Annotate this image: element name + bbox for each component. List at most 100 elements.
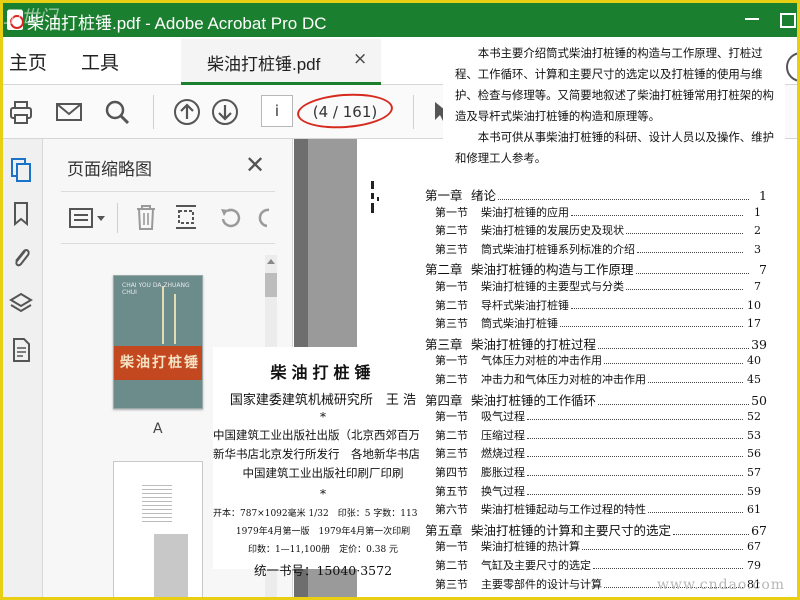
delete-page-icon[interactable]	[133, 203, 159, 231]
email-icon[interactable]	[55, 98, 83, 126]
menu-home[interactable]: 主页	[9, 48, 47, 75]
toc-leader	[527, 468, 743, 476]
rotate-left-icon[interactable]	[217, 205, 243, 231]
toc-number: 第一节	[435, 540, 468, 554]
toc-number: 第四章	[425, 392, 463, 408]
toc-page-number: 7	[759, 262, 767, 278]
thumbnail-text-lines	[142, 482, 172, 522]
toc-number: 第一节	[435, 354, 468, 368]
toc-page-number: 17	[747, 317, 761, 331]
thumbnail-image-block	[154, 534, 188, 597]
toc-title: 气缸及主要尺寸的选定	[481, 559, 591, 572]
book-introduction: 本书主要介绍筒式柴油打桩锤的构造与工作原理、打桩过程、工作循环、计算和主要尺寸的…	[443, 41, 785, 167]
toc-page-number: 67	[747, 540, 761, 554]
page-number-input[interactable]: i	[261, 95, 293, 127]
toc-title: 吸气过程	[481, 410, 525, 424]
toc-number: 第一节	[435, 280, 468, 293]
toc-leader	[571, 208, 743, 216]
document-tab[interactable]: 柴油打桩锤.pdf ×	[181, 39, 381, 85]
toc-leader	[498, 192, 749, 200]
cover-illustration	[162, 286, 164, 344]
site-watermark: www.cndao.com	[657, 577, 786, 593]
toc-title: 燃烧过程	[481, 447, 525, 461]
close-panel-icon[interactable]: ✕	[245, 151, 265, 179]
toc-number: 第五章	[425, 522, 463, 538]
toc-number: 第三节	[435, 447, 468, 461]
scroll-up-icon[interactable]	[267, 259, 275, 264]
scan-marks	[371, 181, 379, 213]
toc-chapter: 第三章 柴油打桩锤的打桩过程 39	[425, 334, 767, 352]
thumbnail-page-2[interactable]	[113, 461, 203, 597]
book-title: 柴油打桩锤	[270, 363, 376, 382]
previous-page-icon[interactable]	[173, 98, 201, 126]
toc-title: 柴油打桩锤的构造与工作原理	[471, 262, 634, 278]
toc-section: 第六节 柴油打桩锤起动与工作过程的特性 61	[419, 501, 761, 519]
toc-page-number: 56	[747, 447, 761, 461]
toc-leader	[598, 397, 749, 405]
toc-page-number: 39	[751, 336, 767, 352]
print-run: 印数：1—11,100册 定价：0.38 元	[247, 545, 399, 555]
toc-title: 换气过程	[481, 484, 525, 498]
toc-chapter: 第一章 绪论 1	[425, 185, 767, 203]
separator-star: *	[320, 410, 326, 424]
rotate-right-icon[interactable]	[257, 205, 275, 231]
copyright-page: 柴油打桩锤 国家建委建筑机械研究所 王 浩 * 中国建筑工业出版社出版（北京西郊…	[213, 347, 443, 578]
toc-leader	[637, 245, 743, 253]
toc-section: 第三节 筒式柴油打桩锤系列标准的介绍 3	[419, 241, 761, 259]
printer: 中国建筑工业出版社印刷厂印刷	[242, 466, 404, 480]
toc-page-number: 53	[747, 428, 761, 442]
maximize-button[interactable]	[775, 8, 797, 30]
toolbar-divider	[117, 203, 118, 233]
toc-number: 第二章	[425, 262, 463, 278]
intro-paragraph: 本书主要介绍筒式柴油打桩锤的构造与工作原理、打桩过程、工作循环、计算和主要尺寸的…	[455, 46, 774, 123]
toc-section: 第二节 压缩过程 53	[419, 427, 761, 445]
toc-title: 绪论	[471, 188, 497, 203]
thumbnail-options-icon[interactable]	[69, 207, 107, 229]
layers-icon[interactable]	[9, 291, 33, 317]
book-format: 开本：787×1092毫米 1/32 印张：5 字数：113 千字	[213, 509, 439, 519]
print-icon[interactable]	[7, 98, 35, 126]
thumbnail-label: A	[153, 421, 163, 437]
minimize-button[interactable]	[741, 8, 765, 30]
toc-leader	[527, 487, 743, 495]
toc-page-number: 45	[747, 373, 761, 386]
document-properties-icon[interactable]	[9, 337, 33, 363]
toc-page-number: 7	[754, 280, 761, 293]
title-bar: 柴油打桩锤.pdf - Adobe Acrobat Pro DC 卫世门	[3, 3, 797, 37]
toc-leader	[582, 542, 743, 551]
toc-number: 第一节	[435, 410, 468, 424]
toc-title: 柴油打桩锤的发展历史及现状	[481, 224, 624, 238]
toolbar-divider	[153, 95, 154, 129]
toc-title: 柴油打桩锤的热计算	[481, 540, 580, 554]
toc-number: 第五节	[435, 484, 468, 498]
toc-page-number: 57	[747, 466, 761, 479]
toc-section: 第二节 导杆式柴油打桩锤 10	[419, 297, 761, 315]
toc-leader	[673, 527, 749, 535]
toc-number: 第二节	[435, 298, 468, 312]
menu-tools[interactable]: 工具	[81, 48, 119, 75]
page-thumbnails-icon[interactable]	[9, 157, 33, 183]
toc-section: 第一节 柴油打桩锤的主要型式与分类 7	[419, 278, 761, 296]
toc-title: 筒式柴油打桩锤系列标准的介绍	[481, 242, 635, 256]
toc-leader	[593, 561, 743, 569]
page-scroll-indicator	[786, 52, 797, 82]
toc-section: 第四节 膨胀过程 57	[419, 464, 761, 482]
extract-page-icon[interactable]	[173, 203, 199, 231]
toc-title: 柴油打桩锤的计算和主要尺寸的选定	[471, 522, 672, 538]
toc-section: 第二节 冲击力和气体压力对桩的冲击作用 45	[419, 371, 761, 389]
toc-section: 第三节 燃烧过程 56	[419, 445, 761, 463]
toc-title: 柴油打桩锤的主要型式与分类	[481, 280, 624, 293]
bookmark-icon[interactable]	[9, 201, 33, 227]
search-icon[interactable]	[103, 98, 131, 126]
table-of-contents: 第一章 绪论 1 第一节 柴油打桩锤的应用 1 第二节 柴油打桩锤的发展历史及现状 2 第三节 筒式…	[419, 183, 797, 597]
toc-number: 第二节	[435, 373, 468, 386]
toc-leader	[604, 356, 743, 365]
tab-close-icon[interactable]: ×	[353, 49, 367, 69]
scrollbar-thumb[interactable]	[265, 273, 277, 297]
toc-page-number: 2	[754, 224, 761, 238]
thumbnail-cover-page[interactable]: CHAI YOU DA ZHUANG CHUI 柴油打桩锤	[113, 275, 203, 409]
toc-leader	[527, 449, 743, 458]
attachment-icon[interactable]	[9, 245, 33, 271]
next-page-icon[interactable]	[211, 98, 239, 126]
cover-title: 柴油打桩锤	[120, 355, 200, 371]
